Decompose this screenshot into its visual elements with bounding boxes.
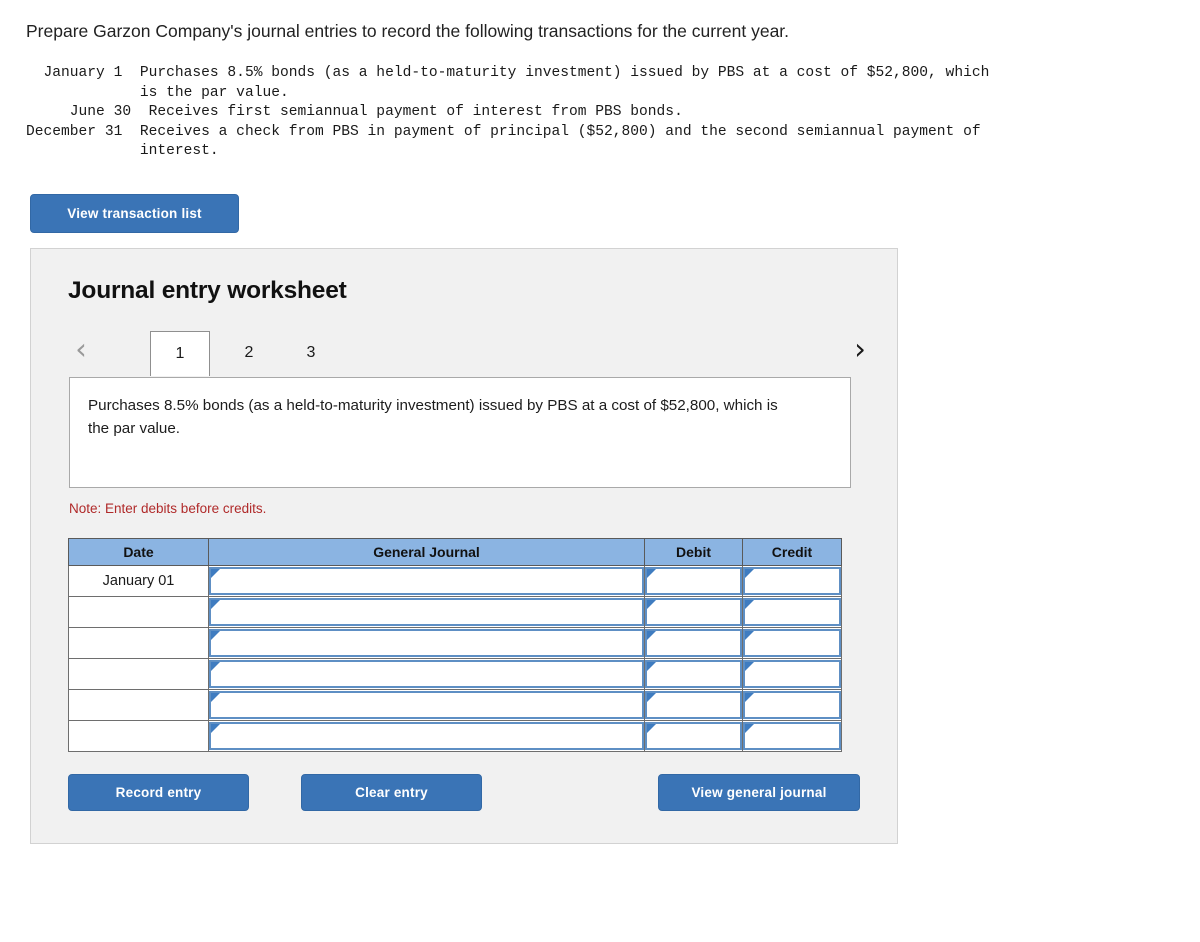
date-cell[interactable] xyxy=(68,596,209,628)
record-entry-button[interactable]: Record entry xyxy=(68,774,249,811)
debit-cell[interactable] xyxy=(644,720,743,752)
credit-input[interactable] xyxy=(743,598,841,626)
general-journal-cell[interactable] xyxy=(208,596,645,628)
page-title: Prepare Garzon Company's journal entries… xyxy=(26,21,790,41)
chevron-right-icon[interactable]: › xyxy=(847,332,873,366)
general-journal-input[interactable] xyxy=(209,722,644,750)
general-journal-cell[interactable] xyxy=(208,689,645,721)
worksheet-tabstrip: ‹ 1 2 3 › xyxy=(64,324,866,376)
debits-before-credits-note: Note: Enter debits before credits. xyxy=(69,501,267,516)
tab-entry-1[interactable]: 1 xyxy=(150,331,210,376)
general-journal-cell[interactable] xyxy=(208,627,645,659)
general-journal-input[interactable] xyxy=(209,567,644,595)
credit-cell[interactable] xyxy=(742,565,842,597)
column-header-credit: Credit xyxy=(742,538,842,566)
debit-cell[interactable] xyxy=(644,627,743,659)
credit-cell[interactable] xyxy=(742,689,842,721)
debit-cell[interactable] xyxy=(644,565,743,597)
table-row xyxy=(68,689,842,721)
column-header-general-journal: General Journal xyxy=(208,538,645,566)
view-general-journal-button[interactable]: View general journal xyxy=(658,774,860,811)
table-header-row: Date General Journal Debit Credit xyxy=(68,538,842,566)
debit-input[interactable] xyxy=(645,567,742,595)
tab-entry-2[interactable]: 2 xyxy=(234,331,264,375)
general-journal-cell[interactable] xyxy=(208,720,645,752)
credit-cell[interactable] xyxy=(742,627,842,659)
debit-input[interactable] xyxy=(645,598,742,626)
credit-input[interactable] xyxy=(743,691,841,719)
date-cell[interactable] xyxy=(68,720,209,752)
general-journal-input[interactable] xyxy=(209,660,644,688)
entry-description-box: Purchases 8.5% bonds (as a held-to-matur… xyxy=(69,377,851,488)
credit-input[interactable] xyxy=(743,567,841,595)
date-cell[interactable] xyxy=(68,658,209,690)
general-journal-input[interactable] xyxy=(209,629,644,657)
view-transaction-list-button[interactable]: View transaction list xyxy=(30,194,239,233)
debit-input[interactable] xyxy=(645,660,742,688)
credit-cell[interactable] xyxy=(742,658,842,690)
journal-entry-table: Date General Journal Debit Credit Januar… xyxy=(68,538,842,752)
credit-input[interactable] xyxy=(743,660,841,688)
credit-cell[interactable] xyxy=(742,596,842,628)
date-cell[interactable] xyxy=(68,689,209,721)
general-journal-input[interactable] xyxy=(209,691,644,719)
date-cell[interactable] xyxy=(68,627,209,659)
table-row xyxy=(68,720,842,752)
debit-input[interactable] xyxy=(645,722,742,750)
debit-input[interactable] xyxy=(645,691,742,719)
credit-input[interactable] xyxy=(743,722,841,750)
column-header-date: Date xyxy=(68,538,209,566)
general-journal-cell[interactable] xyxy=(208,658,645,690)
table-row: January 01 xyxy=(68,565,842,597)
table-row xyxy=(68,627,842,659)
clear-entry-button[interactable]: Clear entry xyxy=(301,774,482,811)
worksheet-title: Journal entry worksheet xyxy=(68,277,347,304)
column-header-debit: Debit xyxy=(644,538,743,566)
debit-cell[interactable] xyxy=(644,689,743,721)
table-row xyxy=(68,596,842,628)
transaction-list-text: January 1 Purchases 8.5% bonds (as a hel… xyxy=(26,65,990,159)
journal-entry-worksheet-panel: Journal entry worksheet ‹ 1 2 3 › Purcha… xyxy=(30,248,898,844)
credit-cell[interactable] xyxy=(742,720,842,752)
debit-cell[interactable] xyxy=(644,596,743,628)
entry-description-text: Purchases 8.5% bonds (as a held-to-matur… xyxy=(88,397,778,437)
table-row xyxy=(68,658,842,690)
credit-input[interactable] xyxy=(743,629,841,657)
general-journal-cell[interactable] xyxy=(208,565,645,597)
debit-cell[interactable] xyxy=(644,658,743,690)
date-cell[interactable]: January 01 xyxy=(68,565,209,597)
chevron-left-icon[interactable]: ‹ xyxy=(68,332,94,366)
general-journal-input[interactable] xyxy=(209,598,644,626)
tab-entry-3[interactable]: 3 xyxy=(296,331,326,375)
debit-input[interactable] xyxy=(645,629,742,657)
